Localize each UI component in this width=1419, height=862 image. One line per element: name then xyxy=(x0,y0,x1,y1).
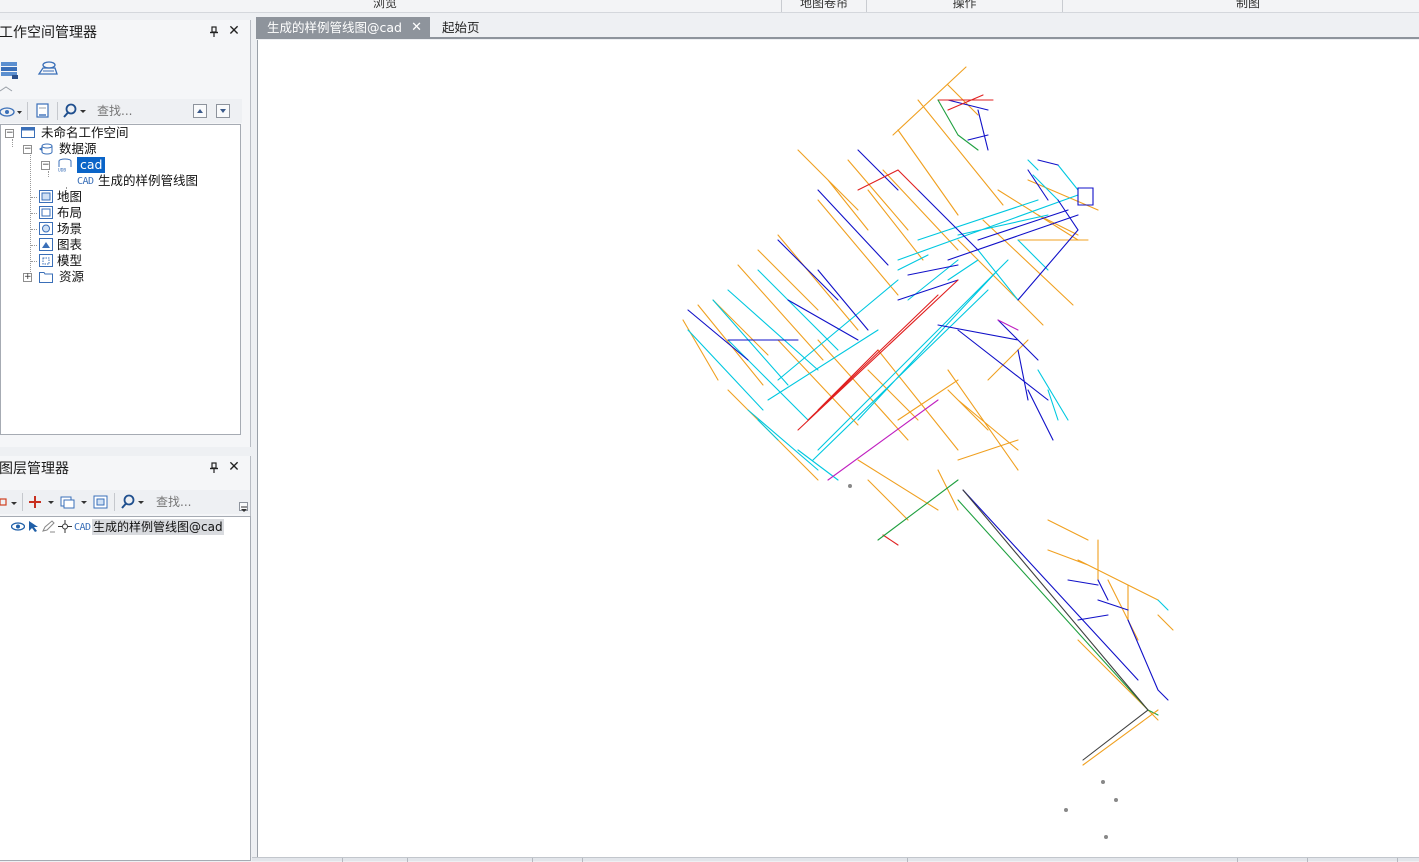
tree-connector xyxy=(12,139,13,147)
tree-label-maps: 地图 xyxy=(57,189,83,204)
search-previous-button[interactable] xyxy=(193,104,207,118)
workspace-icon xyxy=(21,126,35,139)
tree-connector xyxy=(48,171,49,177)
status-segment xyxy=(407,858,408,862)
editable-pencil-icon[interactable] xyxy=(42,520,56,533)
snap-icon[interactable] xyxy=(58,520,72,533)
tree-label-scenes: 场景 xyxy=(57,221,83,236)
ribbon-group-mapping: 制图 xyxy=(1235,0,1260,10)
status-segment xyxy=(1237,858,1238,862)
tab-start-page[interactable]: 起始页 xyxy=(442,17,480,39)
status-segment xyxy=(1397,858,1398,862)
ribbon-group-strip: 浏览 地图卷帘 操作 制图 xyxy=(0,0,1419,13)
add-layer-icon[interactable] xyxy=(28,493,56,511)
status-segment xyxy=(907,858,908,862)
layer-manager-panel: 图层管理器 ✕ 查找... CAD 生成的样例管线图@cad xyxy=(0,456,251,861)
tree-label-workspace: 未命名工作空间 xyxy=(41,125,129,140)
collapse-icon[interactable]: − xyxy=(41,161,50,170)
tree-connector xyxy=(31,213,37,214)
ribbon-group-swipe: 地图卷帘 xyxy=(799,0,848,10)
workspace-tree: − 未命名工作空间 − 数据源 − UDB cad CAD 生成的样例管线图 地… xyxy=(0,124,241,435)
ribbon-group-operation: 操作 xyxy=(952,0,977,10)
mode-indicator xyxy=(0,81,20,92)
layout-icon xyxy=(39,206,53,219)
workspace-panel-title: 工作空间管理器 xyxy=(0,25,97,41)
cad-dataset-icon: CAD xyxy=(77,176,94,187)
toolbar-separator xyxy=(57,102,58,120)
toolbar-separator xyxy=(114,493,115,511)
workspace-panel-header: 工作空间管理器 ✕ xyxy=(0,20,251,46)
tree-label-charts: 图表 xyxy=(57,237,83,252)
workspace-tree-mode-icon[interactable] xyxy=(0,60,22,80)
properties-icon[interactable] xyxy=(34,102,52,120)
collapse-icon[interactable]: − xyxy=(23,145,32,154)
red-pipelines xyxy=(797,94,994,546)
tree-label-dataset: 生成的样例管线图 xyxy=(98,173,199,188)
eye-icon[interactable] xyxy=(0,102,24,120)
layer-name: 生成的样例管线图@cad xyxy=(92,519,224,535)
expand-icon[interactable]: + xyxy=(23,273,32,282)
ribbon-group-browse: 浏览 xyxy=(372,0,397,10)
resources-folder-icon xyxy=(39,270,53,283)
toolbar-separator xyxy=(27,102,28,120)
close-tab-icon[interactable]: ✕ xyxy=(411,17,422,39)
search-next-button[interactable] xyxy=(216,104,230,118)
cad-layer-icon: CAD xyxy=(74,522,91,533)
orange-pipelines xyxy=(682,66,1174,721)
visible-eye-icon[interactable] xyxy=(10,520,26,533)
workspace-search-input[interactable] xyxy=(95,102,185,120)
selectable-arrow-icon[interactable] xyxy=(27,520,41,533)
layer-panel-header: 图层管理器 ✕ xyxy=(0,456,251,482)
layer-panel-title: 图层管理器 xyxy=(0,461,69,477)
layer-properties-icon[interactable] xyxy=(93,493,109,511)
tree-connector xyxy=(31,245,37,246)
layer-group-icon[interactable] xyxy=(60,493,90,511)
toolbar-separator xyxy=(22,493,23,511)
scene-tree-mode-icon[interactable] xyxy=(37,60,59,80)
svg-text:UDB: UDB xyxy=(58,168,66,173)
tree-label-models: 模型 xyxy=(57,253,83,268)
cyan-pipelines xyxy=(687,159,1169,611)
toolbar-overflow-button[interactable] xyxy=(239,502,248,512)
map-canvas[interactable] xyxy=(257,40,1419,857)
tree-label-datasource-cad: cad xyxy=(77,157,106,173)
tree-label-datasources: 数据源 xyxy=(59,141,97,156)
scatter-points xyxy=(848,484,1118,839)
workspace-manager-panel: 工作空间管理器 ✕ 查找... − 未命名工作空间 − 数据源 − UDB ca… xyxy=(0,20,251,447)
document-tab-bar: 生成的样例管线图@cad ✕ 起始页 xyxy=(256,14,1419,39)
status-segment xyxy=(582,858,583,862)
datasource-folder-icon xyxy=(39,142,53,155)
map-icon xyxy=(39,190,53,203)
scene-icon xyxy=(39,222,53,235)
close-icon[interactable]: ✕ xyxy=(227,24,241,38)
chart-icon xyxy=(39,238,53,251)
status-segment xyxy=(532,858,533,862)
trunk-pipeline xyxy=(962,489,1149,761)
close-icon[interactable]: ✕ xyxy=(227,460,241,474)
tree-label-resources: 资源 xyxy=(59,269,85,284)
tab-map-window[interactable]: 生成的样例管线图@cad ✕ xyxy=(256,17,430,39)
status-segment xyxy=(342,858,343,862)
tree-label-layouts: 布局 xyxy=(57,205,83,220)
tree-connector xyxy=(31,197,37,198)
status-bar xyxy=(252,857,1419,862)
layer-toolbar xyxy=(0,490,250,514)
udb-datasource-icon: UDB xyxy=(57,158,73,174)
tree-connector xyxy=(31,229,37,230)
pin-icon[interactable] xyxy=(207,26,221,40)
layer-style-icon[interactable] xyxy=(0,493,20,511)
status-segment xyxy=(1307,858,1308,862)
tab-map-window-label: 生成的样例管线图@cad xyxy=(267,20,402,35)
model-icon xyxy=(39,254,53,267)
tree-connector xyxy=(30,155,31,278)
search-icon[interactable] xyxy=(62,102,88,120)
search-icon[interactable] xyxy=(120,493,146,511)
pin-icon[interactable] xyxy=(207,462,221,476)
layer-list: CAD 生成的样例管线图@cad xyxy=(0,516,251,861)
workspace-toolbar xyxy=(0,99,242,123)
pipeline-map-drawing xyxy=(682,66,1174,839)
collapse-icon[interactable]: − xyxy=(5,129,14,138)
layer-search-input[interactable] xyxy=(154,493,234,511)
tree-connector xyxy=(31,261,37,262)
